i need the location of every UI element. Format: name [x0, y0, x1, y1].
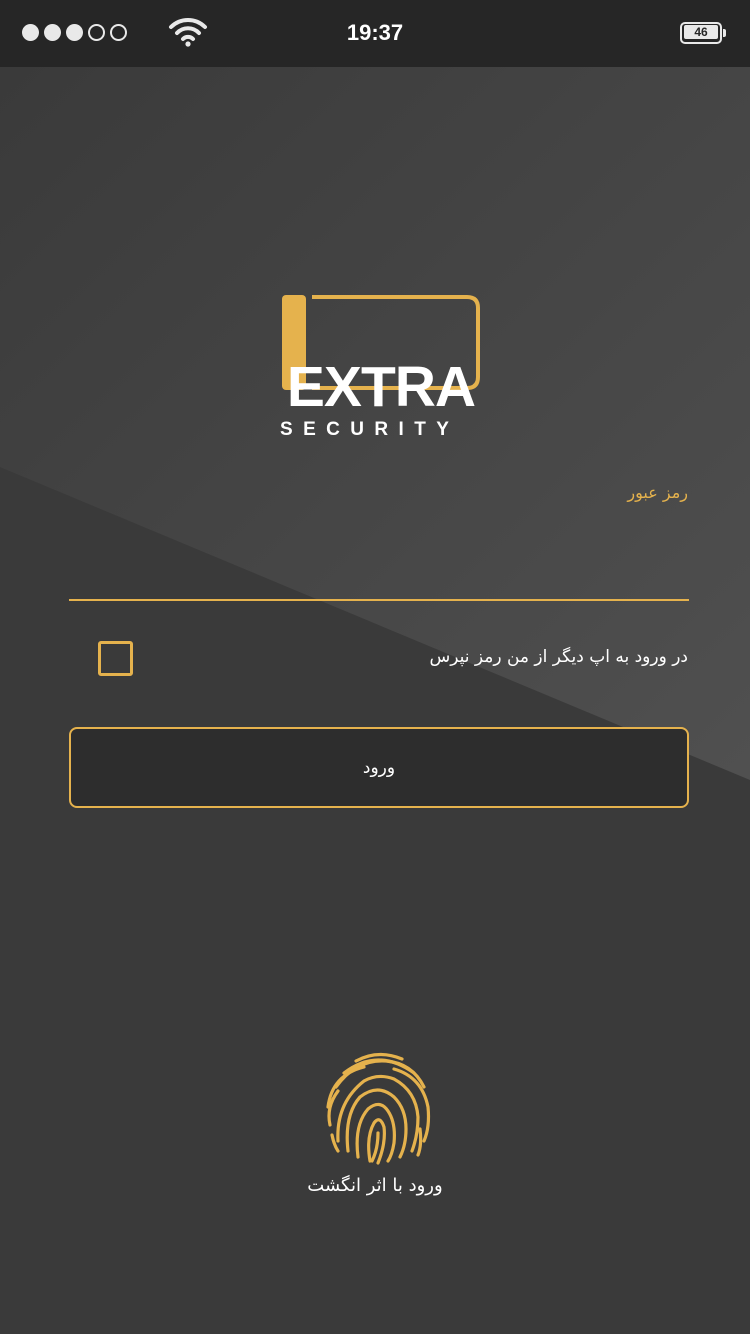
- clock: 19:37: [346, 20, 404, 45]
- status-bar: 19:37 46: [0, 0, 750, 67]
- login-button[interactable]: ورود: [69, 727, 689, 808]
- logo-subtitle: SECURITY: [280, 419, 460, 440]
- fingerprint-login-label[interactable]: ورود با اثر انگشت: [0, 1175, 750, 1196]
- remember-checkbox[interactable]: [98, 641, 133, 676]
- logo-title: EXTRA: [286, 355, 476, 419]
- fingerprint-icon[interactable]: [316, 1045, 440, 1165]
- remember-label: در ورود به اپ دیگر از من رمز نپرس: [429, 647, 688, 667]
- battery-icon: 46: [680, 22, 726, 44]
- password-label: رمز عبور: [627, 483, 688, 502]
- login-screen: EXTRA SECURITY رمز عبور در ورود به اپ دی…: [0, 67, 750, 1334]
- battery-level: 46: [684, 25, 718, 39]
- password-input[interactable]: [69, 537, 689, 601]
